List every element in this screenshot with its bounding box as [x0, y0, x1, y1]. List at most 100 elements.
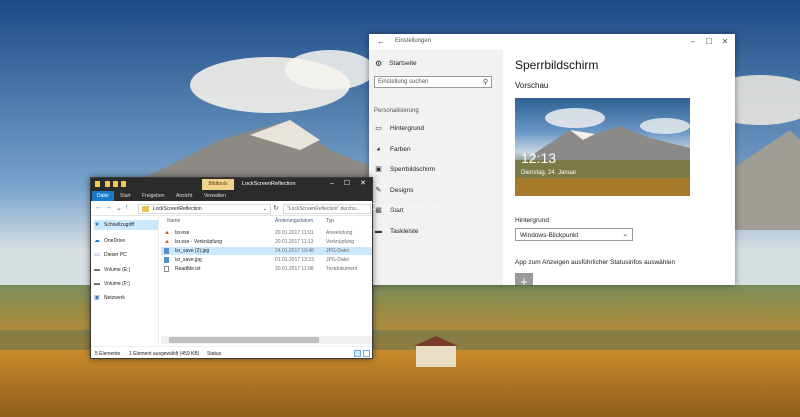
minimize-button[interactable]: – [326, 179, 338, 189]
background-select-value: Windows-Blickpunkt [520, 232, 579, 239]
warning-exe-icon: ▲ [164, 230, 170, 236]
horizontal-scrollbar[interactable] [161, 336, 372, 344]
settings-titlebar: ← Einstellungen – ☐ ✕ [369, 34, 735, 50]
image-file-icon [164, 257, 169, 263]
sidebar-item-farben[interactable]: ◕ Farben [369, 143, 503, 155]
search-placeholder: Einstellung suchen [378, 79, 429, 85]
up-arrow-icon[interactable]: ↑ [125, 204, 129, 211]
nav-item-label: Dieser PC [104, 252, 127, 258]
explorer-search-input[interactable]: "LockScreenReflection" durchs... [283, 204, 371, 214]
file-date: 20.01.2017 11:01 [275, 230, 314, 236]
settings-content: Sperrbildschirm Vorschau 12:13 Dienstag,… [503, 50, 735, 285]
settings-window: ← Einstellungen – ☐ ✕ ⚙ Startseite Einst… [369, 34, 735, 285]
sidebar-item-label: Startseite [389, 59, 417, 67]
column-header-name[interactable]: Name [167, 218, 180, 224]
quick-access-icon[interactable] [113, 181, 118, 187]
sidebar-item-label: Designs [390, 186, 414, 194]
palette-icon: ◕ [376, 145, 381, 153]
file-name: lsr_save (2).jpg [175, 248, 210, 254]
tab-start[interactable]: Start [120, 191, 131, 201]
maximize-button[interactable]: ☐ [703, 36, 715, 47]
sidebar-item-taskleiste[interactable]: ▬ Taskleiste [369, 225, 503, 237]
file-type: JPG-Datei [326, 248, 350, 254]
warning-shortcut-icon: ▲ [164, 239, 170, 245]
tab-datei[interactable]: Datei [92, 191, 114, 201]
explorer-window-title: LockScreenReflection [242, 181, 296, 187]
sidebar-item-label: Farben [390, 145, 411, 153]
star-icon: ★ [94, 222, 100, 228]
quick-access-icon[interactable] [121, 181, 126, 187]
background-select[interactable]: Windows-Blickpunkt ⌄ [515, 228, 633, 241]
large-icons-view-icon[interactable] [363, 350, 370, 357]
close-button[interactable]: ✕ [357, 179, 369, 189]
scrollbar-thumb[interactable] [169, 337, 319, 343]
nav-item-label: OneDrive [104, 238, 126, 244]
tab-verwalten[interactable]: Verwalten [204, 191, 226, 201]
selection-info: 1 Element ausgewählt (459 KB) [129, 351, 200, 357]
chevron-down-icon: ⌄ [622, 231, 628, 238]
sidebar-item-hintergrund[interactable]: ▭ Hintergrund [369, 122, 503, 134]
chevron-down-icon[interactable]: ⌄ [116, 204, 122, 212]
settings-window-title: Einstellungen [395, 38, 432, 44]
file-row[interactable]: lsr_save (2).jpg 24.01.2017 10:48 JPG-Da… [161, 247, 372, 255]
sidebar-item-label: Taskleiste [390, 227, 419, 235]
lock-screen-preview: 12:13 Dienstag, 24. Januar [515, 98, 690, 196]
status-bar: 5 Elemente 1 Element ausgewählt (459 KB)… [91, 346, 372, 358]
file-name: lsr.exe [175, 230, 190, 236]
nav-item-schnellzugriff[interactable]: ★ Schnellzugriff [94, 220, 158, 230]
file-type: Anwendung [326, 230, 353, 236]
ribbon-tabs: Datei Start Freigeben Ansicht Verwalten [91, 190, 372, 201]
minimize-button[interactable]: – [687, 36, 699, 47]
status-label: Status [207, 351, 222, 357]
preview-time: 12:13 [521, 150, 557, 166]
folder-icon [95, 181, 100, 187]
tab-ansicht[interactable]: Ansicht [176, 191, 192, 201]
refresh-icon[interactable]: ↻ [273, 204, 279, 212]
nav-item-volume-f[interactable]: ▬ Volume (F:) [94, 279, 158, 289]
nav-item-onedrive[interactable]: ☁ OneDrive [94, 236, 158, 246]
details-view-icon[interactable] [354, 350, 361, 357]
explorer-navigation-pane: ★ Schnellzugriff ☁ OneDrive ▭ Dieser PC … [91, 216, 159, 346]
file-row[interactable]: lsr_save.jpg 01.01.2017 13:23 JPG-Datei [161, 256, 372, 264]
sidebar-item-designs[interactable]: ✎ Designs [369, 184, 503, 196]
add-app-button[interactable]: + [515, 273, 533, 285]
file-type: Verknüpfung [326, 239, 355, 245]
nav-section-heading: Personalisierung [374, 108, 419, 114]
close-button[interactable]: ✕ [719, 36, 731, 47]
maximize-button[interactable]: ☐ [341, 179, 353, 189]
brush-icon: ✎ [375, 186, 382, 194]
file-date: 01.01.2017 13:23 [275, 257, 314, 263]
settings-search-input[interactable]: Einstellung suchen ⚲ [374, 76, 492, 88]
lock-screen-icon: ▣ [375, 165, 382, 173]
watermark: Deskmodder.de [370, 202, 445, 213]
file-row[interactable]: ▲ lsr.exe 20.01.2017 11:01 Anwendung [161, 229, 372, 237]
file-date: 20.01.2017 11:08 [275, 266, 314, 272]
file-date: 20.01.2017 11:13 [275, 239, 314, 245]
column-header-date[interactable]: Änderungsdatum [275, 218, 313, 224]
folder-icon [142, 206, 149, 212]
file-row[interactable]: ▲ lsr.exe - Verknüpfung 20.01.2017 11:13… [161, 238, 372, 246]
computer-icon: ▭ [94, 252, 100, 258]
sidebar-item-label: Hintergrund [390, 124, 424, 132]
sidebar-item-home[interactable]: ⚙ Startseite [375, 58, 417, 68]
forward-arrow-icon[interactable]: → [105, 204, 112, 211]
image-file-icon [164, 248, 169, 254]
image-icon: ▭ [375, 124, 382, 132]
address-path[interactable]: LockScreenReflection ⌄ [138, 204, 271, 214]
column-header-type[interactable]: Typ [326, 218, 334, 224]
tab-freigeben[interactable]: Freigeben [142, 191, 165, 201]
sidebar-item-label: Sperrbildschirm [390, 165, 436, 173]
taskbar-icon: ▬ [375, 227, 382, 235]
nav-item-dieser-pc[interactable]: ▭ Dieser PC [94, 250, 158, 260]
nav-item-volume-e[interactable]: ▬ Volume (E:) [94, 265, 158, 275]
back-arrow-icon[interactable]: ← [95, 204, 102, 211]
explorer-titlebar: Bildtools LockScreenReflection – ☐ ✕ [91, 178, 372, 190]
item-count: 5 Elemente [95, 351, 121, 357]
file-name: lsr.exe - Verknüpfung [175, 239, 222, 245]
sidebar-item-sperrbildschirm[interactable]: ▣ Sperrbildschirm [369, 163, 503, 175]
file-row[interactable]: ReadMe.txt 20.01.2017 11:08 Textdokument [161, 265, 372, 273]
back-arrow-icon[interactable]: ← [377, 37, 385, 46]
chevron-down-icon: ⌄ [262, 206, 267, 212]
nav-item-netzwerk[interactable]: ▣ Netzwerk [94, 293, 158, 303]
quick-access-icon[interactable] [105, 181, 110, 187]
